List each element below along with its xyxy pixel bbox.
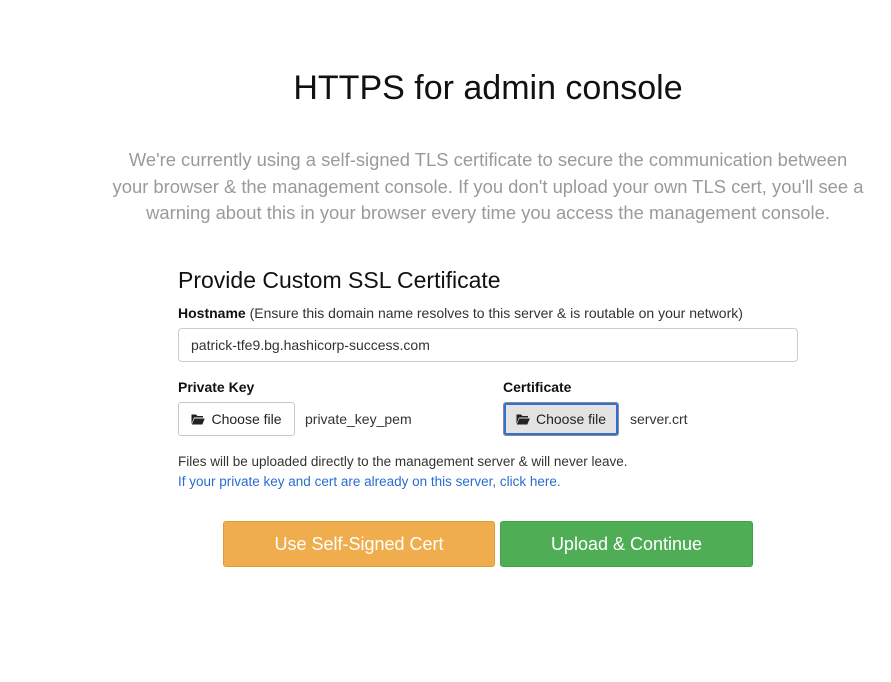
page-title: HTTPS for admin console — [293, 69, 683, 107]
private-key-choose-file-label: Choose file — [211, 411, 282, 427]
certificate-choose-file-button[interactable]: Choose file — [503, 402, 619, 436]
certificate-choose-file-label: Choose file — [535, 411, 607, 427]
intro-text: We're currently using a self-signed TLS … — [112, 149, 864, 223]
section-title: Provide Custom SSL Certificate — [178, 267, 501, 293]
use-self-signed-cert-button[interactable]: Use Self-Signed Cert — [223, 521, 495, 567]
hostname-input[interactable] — [178, 328, 798, 362]
hostname-label: Hostname (Ensure this domain name resolv… — [178, 304, 743, 322]
upload-note: Files will be uploaded directly to the m… — [178, 454, 628, 469]
private-key-label: Private Key — [178, 379, 255, 395]
existing-files-link[interactable]: If your private key and cert are already… — [178, 472, 561, 492]
certificate-label: Certificate — [503, 379, 572, 395]
certificate-file-name: server.crt — [630, 411, 688, 427]
hostname-hint: (Ensure this domain name resolves to thi… — [249, 305, 743, 321]
folder-open-icon — [191, 414, 206, 425]
folder-open-icon — [516, 414, 530, 425]
upload-continue-button[interactable]: Upload & Continue — [500, 521, 753, 567]
hostname-label-text: Hostname — [178, 305, 246, 321]
private-key-file-name: private_key_pem — [305, 411, 412, 427]
private-key-choose-file-button[interactable]: Choose file — [178, 402, 295, 436]
